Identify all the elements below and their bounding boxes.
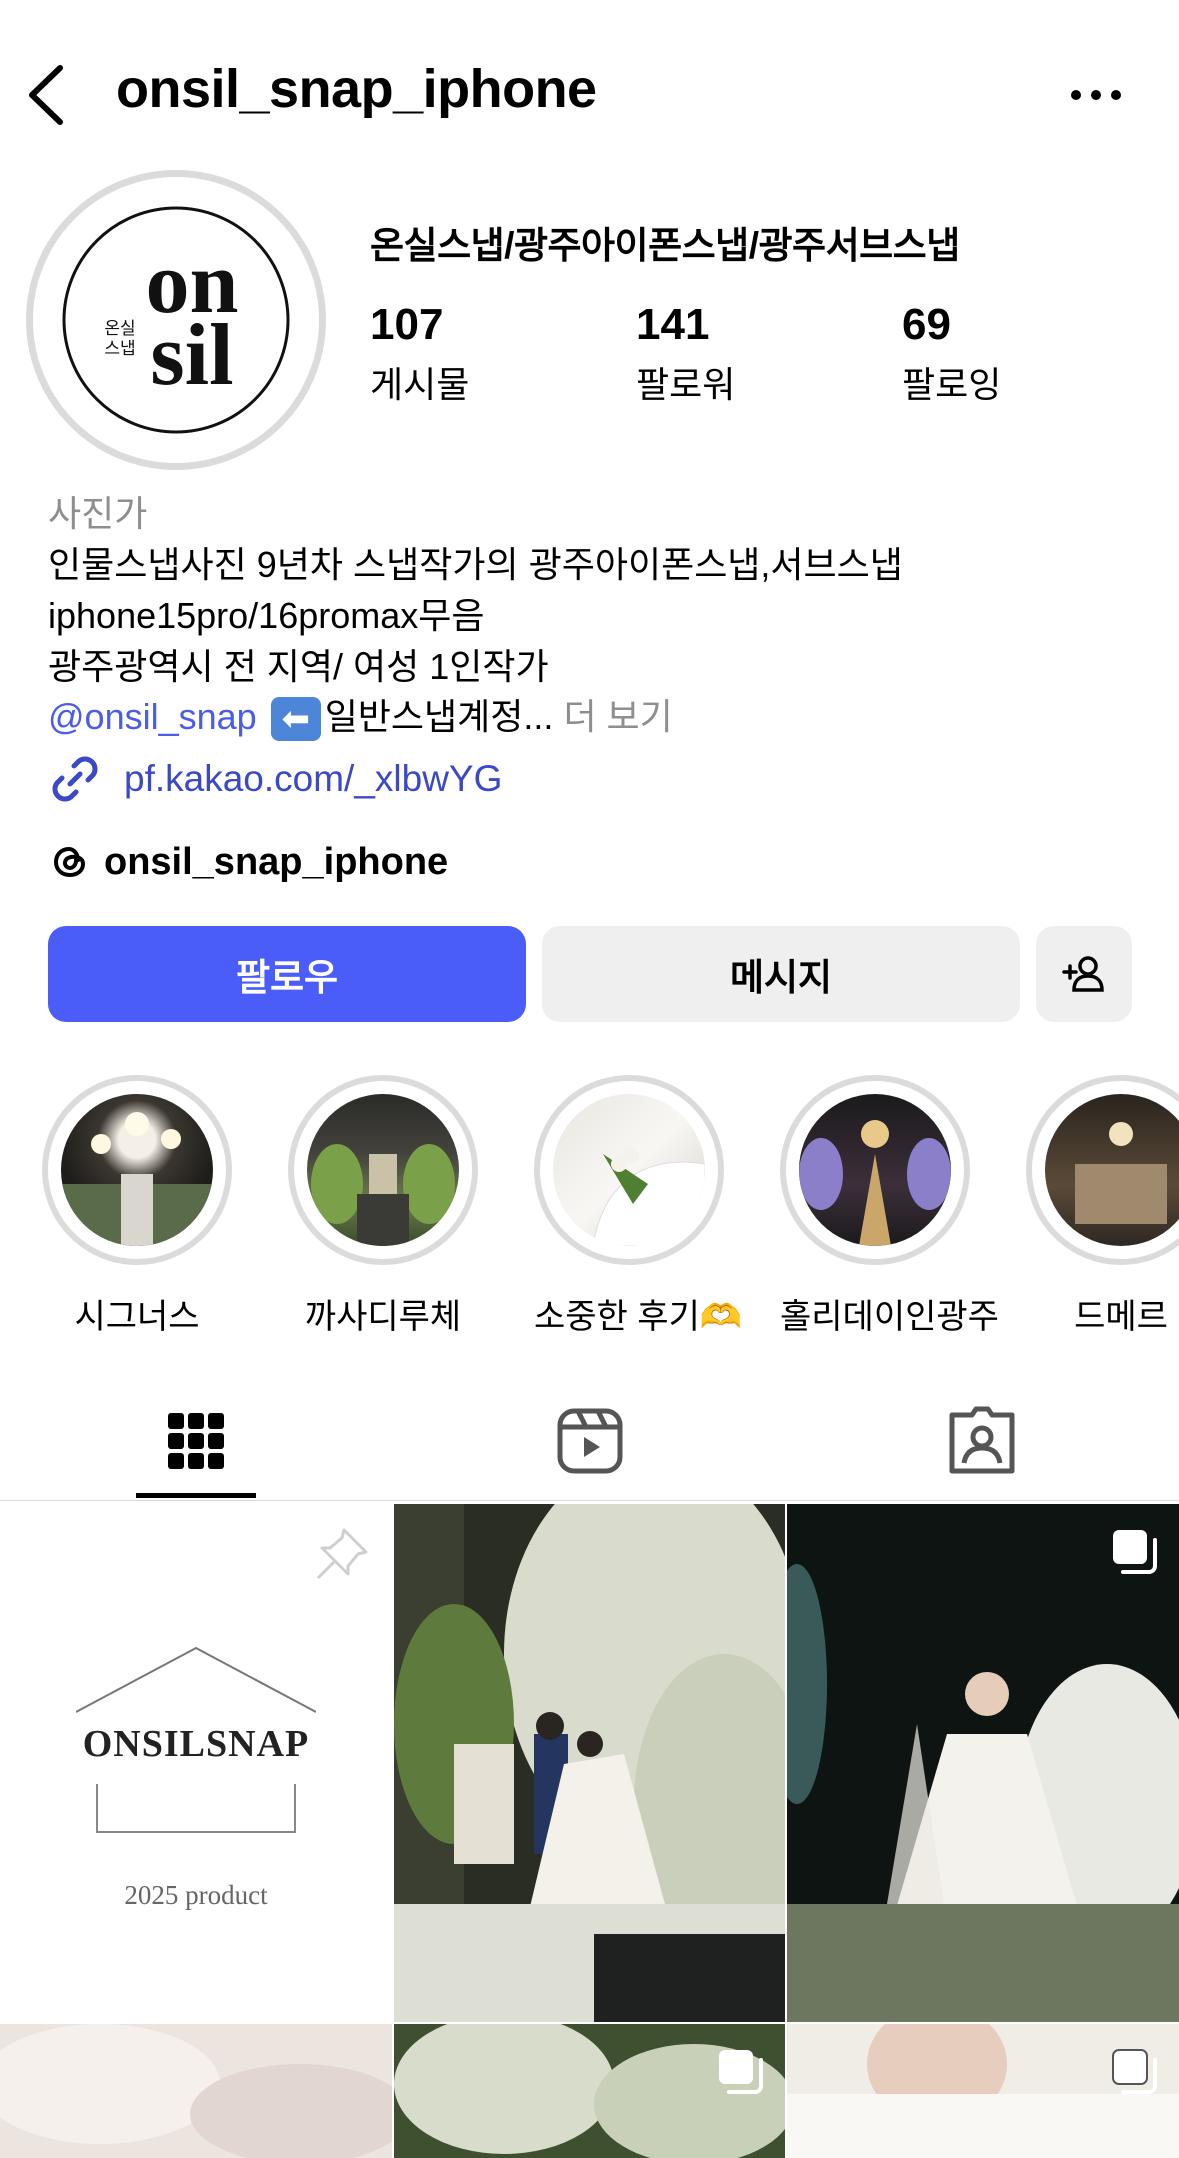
highlight-label: 까사디루체 (304, 1298, 462, 1336)
tagged-tab-icon[interactable] (942, 1401, 1022, 1481)
frame-outline-icon (96, 1784, 296, 1833)
reels-tab-icon[interactable] (550, 1401, 630, 1481)
profile-avatar[interactable]: on sil 온실 스냅 (26, 170, 326, 470)
highlight-ring (780, 1075, 970, 1265)
bride-photo-image (787, 1504, 1179, 2022)
highlight-cover-image (1045, 1094, 1179, 1246)
highlight-cover-image (307, 1094, 459, 1246)
carousel-icon (1112, 2049, 1157, 2094)
highlight-item[interactable]: 소중한 후기🫶 (534, 1075, 743, 1338)
stat-following-label: 팔로잉 (902, 364, 1002, 405)
profile-category: 사진가 (48, 493, 148, 534)
highlight-cover-image (799, 1094, 951, 1246)
post-thumbnail[interactable] (787, 1504, 1179, 2022)
bio-more-link[interactable]: 더 보기 (563, 696, 672, 737)
stat-followers[interactable]: 141 팔로워 (636, 300, 735, 408)
bio-line-1: 인물스냅사진 9년차 스냅작가의 광주아이폰스냅,서브스냅 (48, 544, 903, 585)
link-icon (52, 756, 98, 802)
highlight-ring (1026, 1075, 1179, 1265)
follow-button[interactable]: 팔로우 (48, 926, 526, 1022)
threads-handle: onsil_snap_iphone (104, 840, 449, 883)
stat-followers-number: 141 (636, 300, 710, 349)
avatar-image: on sil 온실 스냅 (40, 184, 312, 456)
left-arrow-emoji-icon: ⬅ (270, 697, 321, 742)
active-tab-indicator (136, 1493, 256, 1498)
bio-line-4: @onsil_snap ⬅ 일반스냅계정... 더 보기 (48, 688, 673, 742)
highlight-label: 소중한 후기🫶 (534, 1298, 743, 1336)
stat-following[interactable]: 69 팔로잉 (902, 300, 1001, 408)
pinned-post-subtitle: 2025 product (124, 1880, 268, 1910)
stat-following-number: 69 (902, 300, 951, 349)
wedding-photo-image (394, 1504, 785, 2022)
bio-line-3: 광주광역시 전 지역/ 여성 1인작가 (48, 646, 549, 687)
carousel-icon (1113, 1530, 1157, 1574)
highlight-ring (42, 1075, 232, 1265)
highlight-item[interactable]: 시그너스 (42, 1075, 232, 1338)
header-username: onsil_snap_iphone (116, 59, 597, 119)
highlight-label: 드메르 (1074, 1298, 1168, 1336)
highlight-label: 시그너스 (74, 1298, 200, 1336)
highlight-item[interactable]: 드메르 (1026, 1075, 1179, 1338)
stat-posts-number: 107 (370, 300, 444, 349)
pin-icon (316, 1528, 368, 1580)
profile-link[interactable]: pf.kakao.com/_xlbwYG (48, 752, 502, 806)
highlight-item[interactable]: 까사디루체 (288, 1075, 478, 1338)
post-thumbnail[interactable] (787, 2024, 1179, 2158)
pinned-post-title: ONSILSNAP (82, 1723, 310, 1765)
profile-display-name: 온실스냅/광주아이폰스냅/광주서브스냅 (370, 225, 960, 266)
stat-posts-label: 게시물 (370, 364, 470, 405)
stat-posts[interactable]: 107 게시물 (370, 300, 469, 408)
bio-mention-link[interactable]: @onsil_snap (48, 696, 257, 737)
svg-text:온실: 온실 (104, 319, 135, 339)
post-thumbnail[interactable] (394, 1504, 785, 2022)
threads-badge[interactable]: onsil_snap_iphone (48, 840, 448, 884)
add-person-icon (1062, 956, 1104, 992)
highlight-ring (288, 1075, 478, 1265)
post-thumbnail[interactable] (0, 2024, 392, 2158)
highlight-ring (534, 1075, 724, 1265)
highlight-label: 홀리데이인광주 (780, 1298, 999, 1336)
profile-tabs (0, 1385, 1179, 1501)
roof-outline-icon (76, 1646, 316, 1713)
carousel-icon (719, 2050, 763, 2094)
highlight-item[interactable]: 홀리데이인광주 (780, 1075, 999, 1338)
message-button[interactable]: 메시지 (542, 926, 1020, 1022)
grid-posts-tab-icon[interactable] (156, 1401, 236, 1481)
suggest-people-button[interactable] (1036, 926, 1132, 1022)
pinned-post[interactable]: ONSILSNAP 2025 product (0, 1504, 392, 2022)
svg-text:sil: sil (150, 307, 233, 404)
profile-link-text[interactable]: pf.kakao.com/_xlbwYG (124, 758, 502, 800)
back-arrow-icon[interactable] (22, 62, 72, 128)
bio-line-2: iphone15pro/16promax무음 (48, 595, 485, 636)
svg-text:스냅: 스냅 (104, 339, 135, 359)
threads-icon (53, 846, 86, 878)
more-options-icon[interactable] (1066, 70, 1126, 120)
post-thumbnail[interactable] (394, 2024, 785, 2158)
veil-photo-image (0, 2024, 392, 2158)
stat-followers-label: 팔로워 (636, 364, 736, 405)
onsil-logo-icon: on sil 온실 스냅 (44, 188, 308, 452)
top-bar: onsil_snap_iphone (0, 40, 1179, 150)
highlight-cover-image (553, 1094, 705, 1246)
highlight-cover-image (61, 1094, 213, 1246)
bio-mention-note: 일반스냅계정... (324, 696, 554, 737)
